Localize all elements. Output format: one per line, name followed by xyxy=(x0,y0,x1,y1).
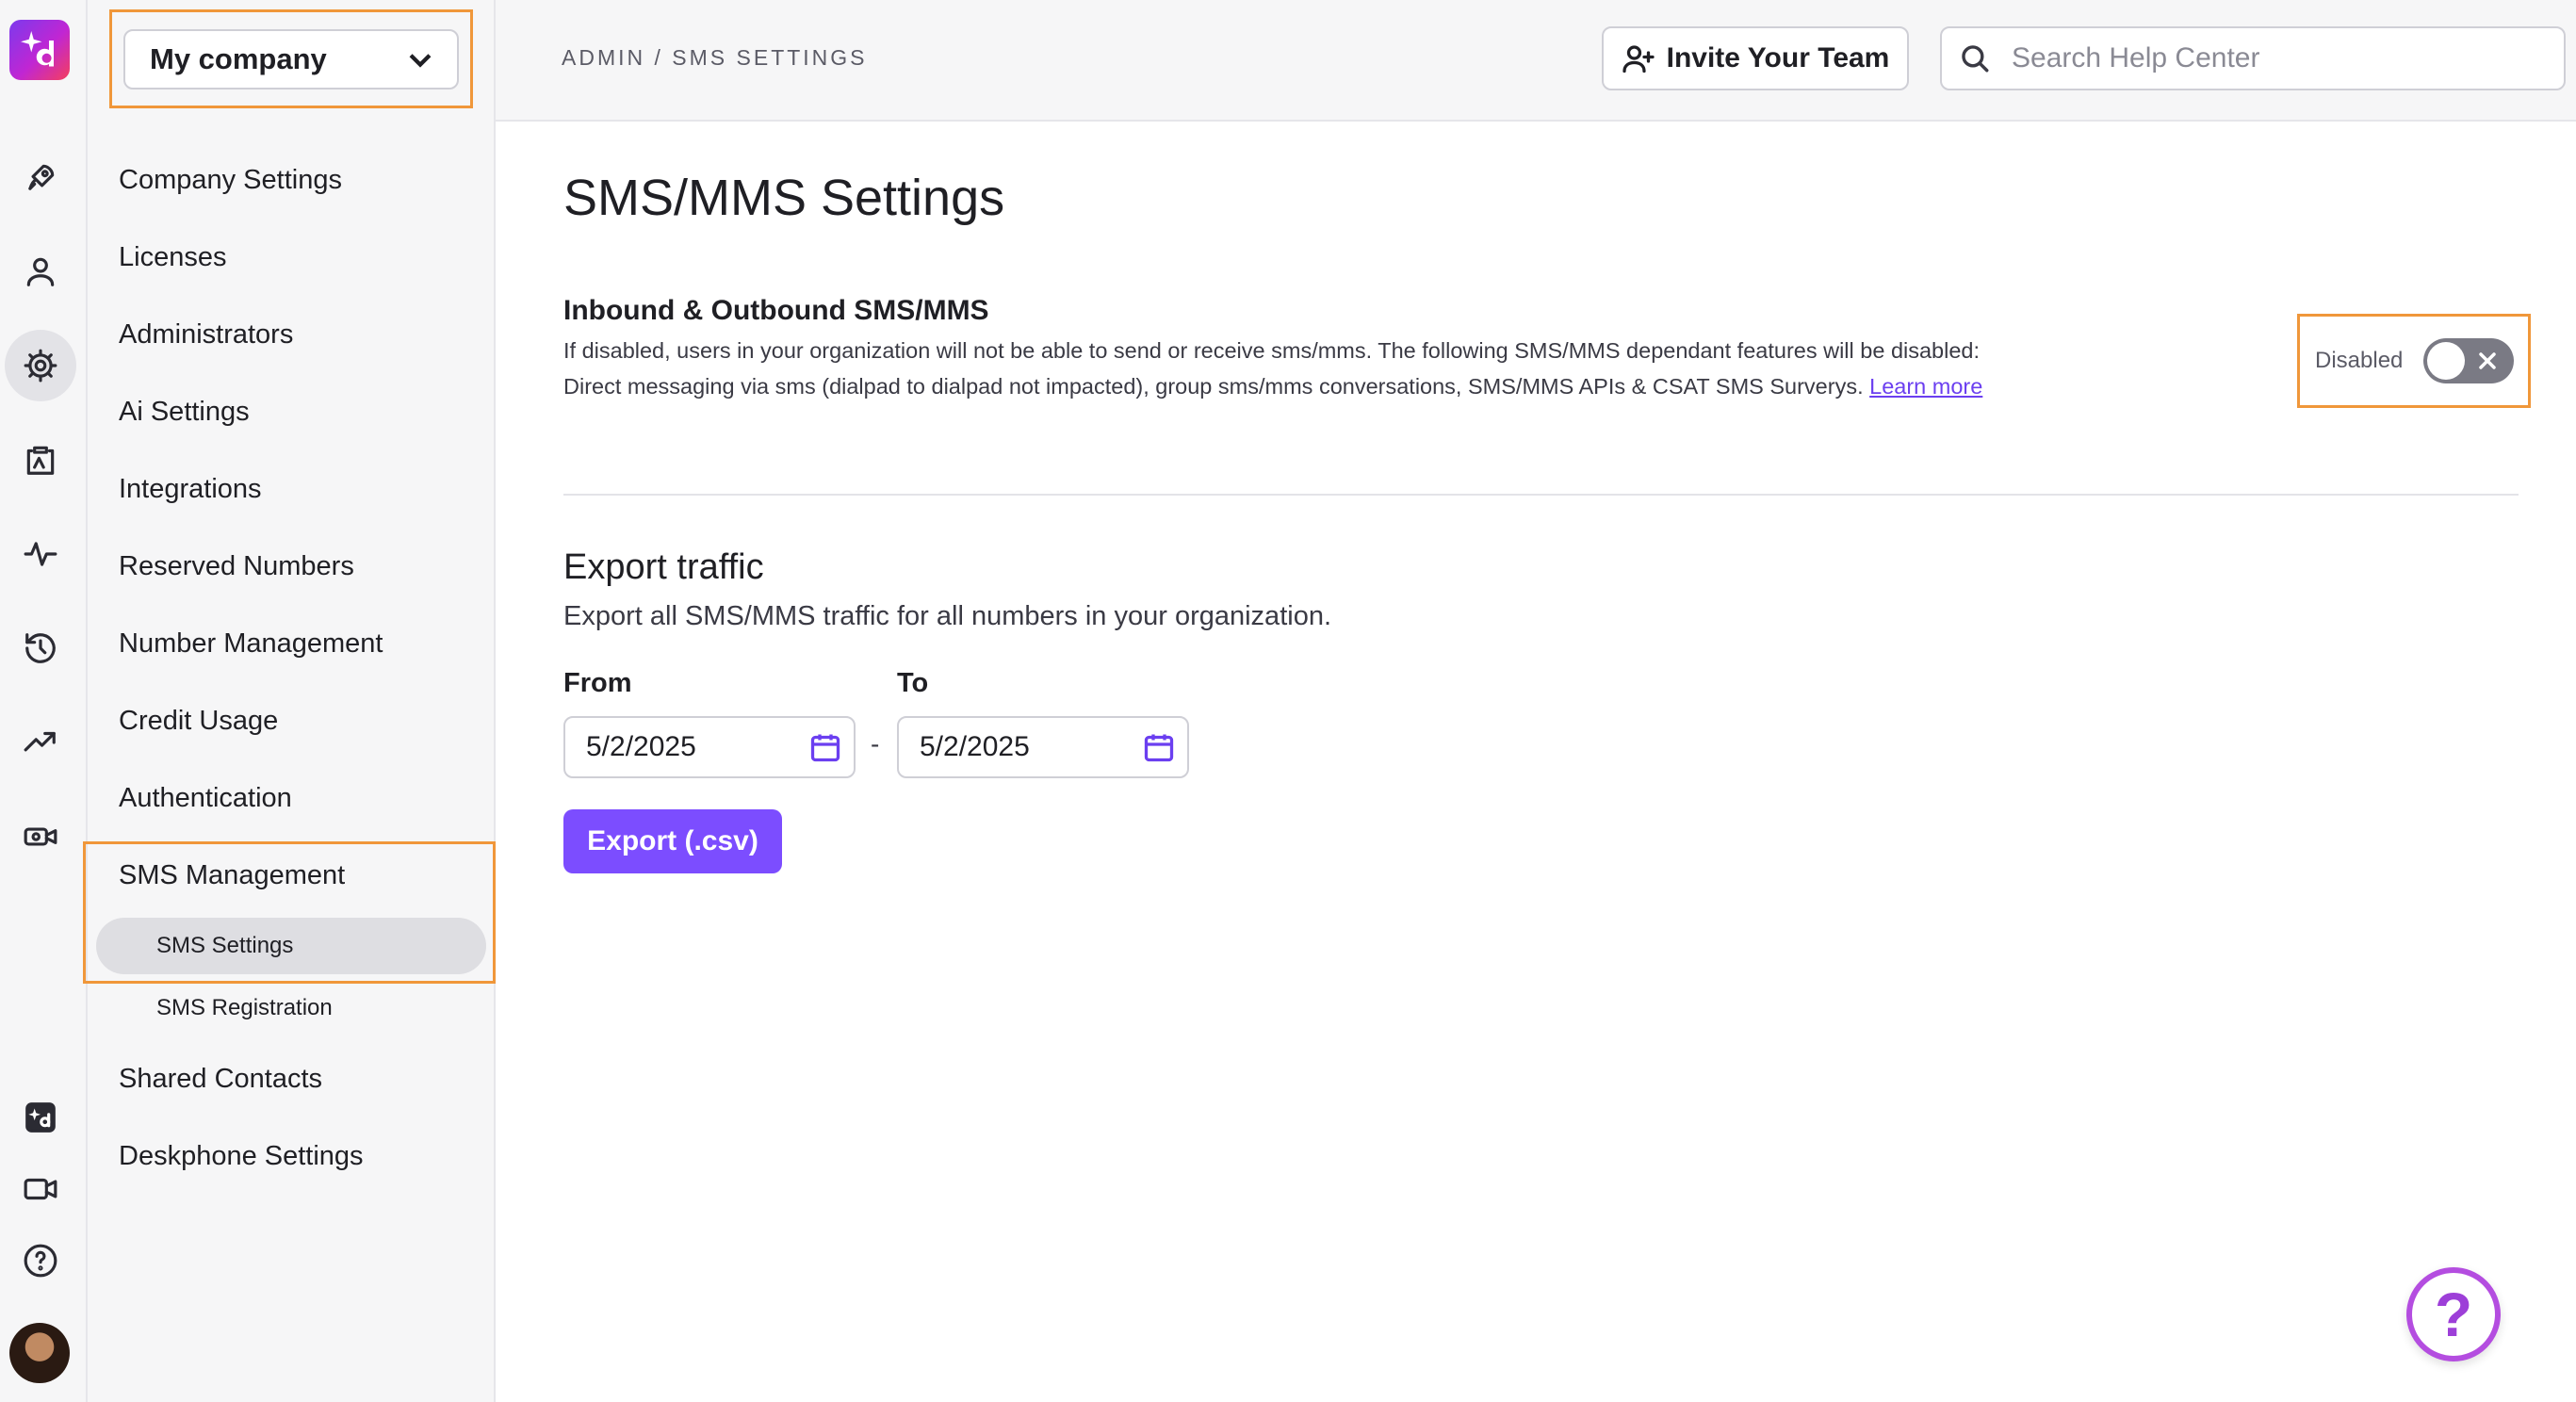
search-input[interactable] xyxy=(2012,42,2539,74)
inbound-outbound-title: Inbound & Outbound SMS/MMS xyxy=(563,295,989,326)
export-csv-button[interactable]: Export (.csv) xyxy=(563,809,782,873)
inbound-outbound-description: If disabled, users in your organization … xyxy=(563,333,2033,404)
sidebar-item-reserved-numbers[interactable]: Reserved Numbers xyxy=(119,543,354,590)
clipboard-icon[interactable] xyxy=(16,435,65,484)
chevron-down-icon xyxy=(409,54,432,68)
sidebar-item-integrations[interactable]: Integrations xyxy=(119,465,262,513)
settings-sidebar: My company Company Settings Licenses Adm… xyxy=(88,0,496,1402)
sms-toggle-highlight: Disabled xyxy=(2297,314,2531,408)
history-icon[interactable] xyxy=(16,624,65,673)
sms-enable-toggle[interactable] xyxy=(2423,338,2515,383)
person-icon[interactable] xyxy=(16,247,65,296)
inbound-outbound-description-text: If disabled, users in your organization … xyxy=(563,338,1981,399)
main-content: SMS/MMS Settings Inbound & Outbound SMS/… xyxy=(563,122,2576,1402)
sidebar-item-number-management[interactable]: Number Management xyxy=(119,620,383,667)
sidebar-subitem-sms-registration[interactable]: SMS Registration xyxy=(156,989,333,1027)
question-mark-icon: ? xyxy=(2434,1280,2473,1349)
date-range-separator: - xyxy=(871,729,880,758)
icon-rail xyxy=(0,0,88,1402)
dialpad-ai-icon[interactable] xyxy=(16,1093,65,1142)
calendar-icon[interactable] xyxy=(1142,730,1176,764)
search-icon xyxy=(1962,45,1989,73)
sidebar-item-ai-settings[interactable]: Ai Settings xyxy=(119,388,250,435)
sms-management-highlight xyxy=(83,841,496,984)
sidebar-item-shared-contacts[interactable]: Shared Contacts xyxy=(119,1055,322,1102)
divider xyxy=(563,494,2519,496)
video-icon[interactable] xyxy=(16,1165,65,1214)
search-help-center[interactable] xyxy=(1940,26,2566,90)
invite-team-label: Invite Your Team xyxy=(1666,42,1890,73)
to-date-value: 5/2/2025 xyxy=(920,731,1030,762)
toggle-knob xyxy=(2427,342,2466,380)
avatar[interactable] xyxy=(9,1323,70,1383)
sidebar-item-deskphone-settings[interactable]: Deskphone Settings xyxy=(119,1133,364,1180)
rocket-icon[interactable] xyxy=(16,154,65,203)
breadcrumb: ADMIN / SMS SETTINGS xyxy=(562,45,868,70)
top-bar: ADMIN / SMS SETTINGS Invite Your Team xyxy=(496,0,2576,122)
export-traffic-title: Export traffic xyxy=(563,547,764,587)
help-icon[interactable] xyxy=(16,1236,65,1285)
company-selector-value: My company xyxy=(150,42,327,75)
to-date-field[interactable]: 5/2/2025 xyxy=(897,716,1189,778)
dialpad-logo-icon[interactable] xyxy=(9,20,70,80)
page-title: SMS/MMS Settings xyxy=(563,170,1005,226)
sidebar-item-credit-usage[interactable]: Credit Usage xyxy=(119,697,278,744)
activity-icon[interactable] xyxy=(16,530,65,579)
sidebar-item-authentication[interactable]: Authentication xyxy=(119,774,292,822)
learn-more-link[interactable]: Learn more xyxy=(1869,374,1982,399)
calendar-icon[interactable] xyxy=(808,730,842,764)
from-label: From xyxy=(563,668,632,698)
company-selector-highlight: My company xyxy=(109,9,473,108)
gear-icon[interactable] xyxy=(5,330,76,401)
from-date-value: 5/2/2025 xyxy=(586,731,696,762)
sidebar-item-licenses[interactable]: Licenses xyxy=(119,234,226,281)
sidebar-item-company-settings[interactable]: Company Settings xyxy=(119,156,342,204)
from-date-field[interactable]: 5/2/2025 xyxy=(563,716,856,778)
trending-up-icon[interactable] xyxy=(16,718,65,767)
close-icon xyxy=(2479,352,2497,369)
add-user-icon xyxy=(1622,45,1655,73)
toggle-status-label: Disabled xyxy=(2315,348,2404,373)
export-traffic-description: Export all SMS/MMS traffic for all numbe… xyxy=(563,601,1332,631)
company-selector[interactable]: My company xyxy=(123,29,459,90)
help-fab-button[interactable]: ? xyxy=(2406,1267,2501,1361)
invite-team-button[interactable]: Invite Your Team xyxy=(1602,26,1909,90)
to-label: To xyxy=(897,668,929,698)
sidebar-item-administrators[interactable]: Administrators xyxy=(119,311,293,358)
video-settings-icon[interactable] xyxy=(16,812,65,861)
